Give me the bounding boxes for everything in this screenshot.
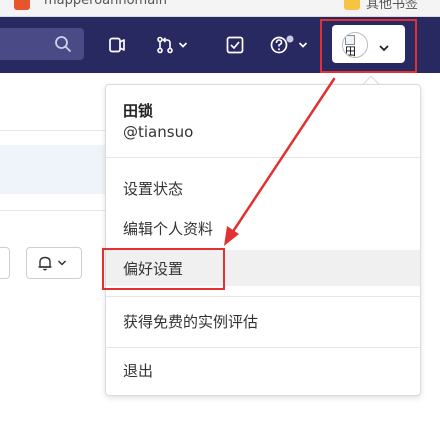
annotation-arrow (224, 77, 336, 246)
